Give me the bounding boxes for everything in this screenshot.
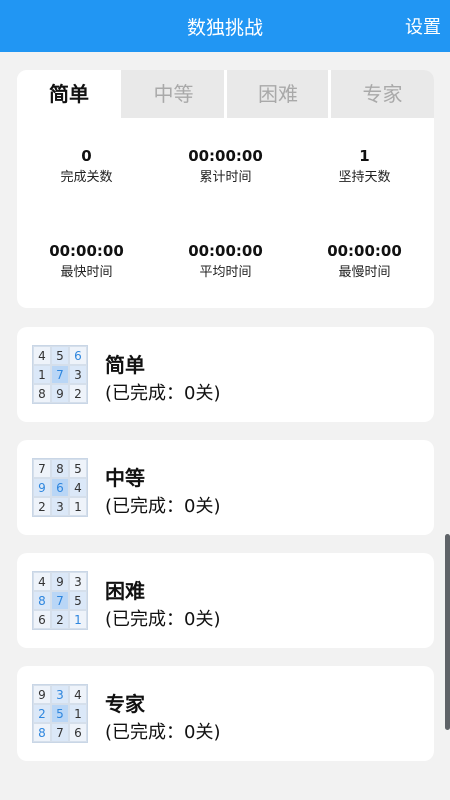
stats-card: 简单 中等 困难 专家 0 完成关数 00:00:00 累计时间 1 坚持天数 …: [17, 70, 434, 308]
stat-label: 最慢时间: [338, 265, 391, 280]
sudoku-thumbnail-icon: 934251876: [32, 684, 88, 743]
sudoku-cell: 7: [51, 365, 69, 384]
sudoku-cell: 5: [51, 346, 69, 365]
sudoku-cell: 7: [33, 459, 51, 478]
level-card-hard[interactable]: 493875621 困难 (已完成：0关): [17, 553, 434, 648]
sudoku-cell: 5: [69, 591, 87, 610]
sudoku-cell: 8: [33, 384, 51, 403]
sudoku-cell: 3: [69, 365, 87, 384]
sudoku-cell: 5: [69, 459, 87, 478]
sudoku-cell: 9: [33, 685, 51, 704]
tab-expert[interactable]: 专家: [331, 70, 434, 118]
level-name: 困难: [105, 579, 145, 603]
tab-hard[interactable]: 困难: [227, 70, 329, 118]
level-status: (已完成：0关): [105, 722, 221, 743]
sudoku-cell: 6: [69, 723, 87, 742]
sudoku-cell: 7: [51, 723, 69, 742]
level-name: 中等: [105, 466, 145, 490]
sudoku-cell: 8: [33, 723, 51, 742]
sudoku-cell: 3: [51, 497, 69, 516]
stat-fastest-time: 00:00:00 最快时间: [17, 242, 156, 282]
level-card-medium[interactable]: 785964231 中等 (已完成：0关): [17, 440, 434, 535]
stat-streak-days: 1 坚持天数: [295, 147, 434, 187]
sudoku-cell: 6: [33, 610, 51, 629]
page-title: 数独挑战: [186, 17, 263, 39]
sudoku-cell: 4: [69, 685, 87, 704]
stat-total-time: 00:00:00 累计时间: [156, 147, 295, 187]
sudoku-cell: 1: [33, 365, 51, 384]
sudoku-cell: 2: [51, 610, 69, 629]
level-status: (已完成：0关): [105, 609, 221, 630]
sudoku-cell: 9: [51, 384, 69, 403]
level-card-expert[interactable]: 934251876 专家 (已完成：0关): [17, 666, 434, 761]
scrollbar[interactable]: [445, 534, 450, 730]
sudoku-cell: 2: [69, 384, 87, 403]
sudoku-cell: 6: [51, 478, 69, 497]
tab-easy[interactable]: 简单: [17, 70, 121, 118]
stat-label: 最快时间: [60, 265, 113, 280]
stat-value: 0: [81, 147, 92, 165]
level-name: 简单: [105, 353, 145, 377]
stat-value: 1: [359, 147, 370, 165]
stat-label: 完成关数: [60, 170, 113, 185]
sudoku-cell: 1: [69, 497, 87, 516]
sudoku-cell: 3: [51, 685, 69, 704]
stat-slowest-time: 00:00:00 最慢时间: [295, 242, 434, 282]
sudoku-cell: 8: [51, 459, 69, 478]
sudoku-cell: 2: [33, 704, 51, 723]
level-name: 专家: [105, 692, 145, 716]
sudoku-cell: 5: [51, 704, 69, 723]
sudoku-cell: 7: [51, 591, 69, 610]
stat-label: 平均时间: [199, 265, 252, 280]
level-card-easy[interactable]: 456173892 简单 (已完成：0关): [17, 327, 434, 422]
app-bar: 数独挑战 设置: [0, 0, 450, 52]
sudoku-cell: 1: [69, 704, 87, 723]
sudoku-thumbnail-icon: 493875621: [32, 571, 88, 630]
sudoku-cell: 4: [69, 478, 87, 497]
sudoku-cell: 9: [51, 572, 69, 591]
sudoku-cell: 4: [33, 572, 51, 591]
stat-completed-levels: 0 完成关数: [17, 147, 156, 187]
sudoku-cell: 3: [69, 572, 87, 591]
stat-value: 00:00:00: [188, 147, 263, 165]
stat-value: 00:00:00: [188, 242, 263, 260]
sudoku-cell: 1: [69, 610, 87, 629]
stat-value: 00:00:00: [327, 242, 402, 260]
sudoku-cell: 8: [33, 591, 51, 610]
level-status: (已完成：0关): [105, 383, 221, 404]
difficulty-tabs: 简单 中等 困难 专家: [17, 70, 434, 118]
sudoku-cell: 9: [33, 478, 51, 497]
stat-label: 坚持天数: [338, 170, 391, 185]
stat-value: 00:00:00: [49, 242, 124, 260]
stat-label: 累计时间: [199, 170, 252, 185]
sudoku-cell: 4: [33, 346, 51, 365]
sudoku-cell: 6: [69, 346, 87, 365]
level-status: (已完成：0关): [105, 496, 221, 517]
tab-medium[interactable]: 中等: [121, 70, 226, 118]
stat-average-time: 00:00:00 平均时间: [156, 242, 295, 282]
sudoku-thumbnail-icon: 456173892: [32, 345, 88, 404]
settings-button[interactable]: 设置: [405, 0, 441, 52]
sudoku-cell: 2: [33, 497, 51, 516]
sudoku-thumbnail-icon: 785964231: [32, 458, 88, 517]
